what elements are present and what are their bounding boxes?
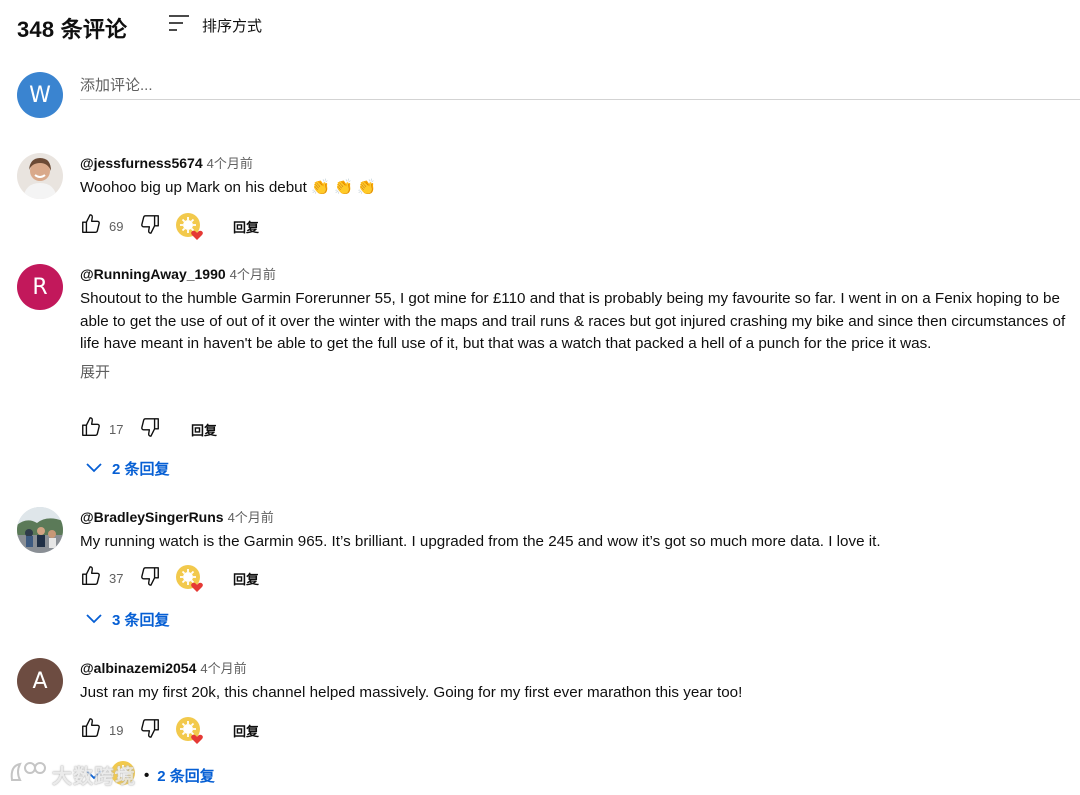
comment-body: @BradleySingerRuns 4个月前 My running watch… bbox=[80, 507, 1067, 629]
add-comment-row: W bbox=[17, 72, 1080, 120]
chevron-down-icon bbox=[86, 611, 102, 628]
like-count: 37 bbox=[109, 570, 124, 586]
comment-author[interactable]: @jessfurness5674 bbox=[80, 155, 203, 171]
reply-button[interactable]: 回复 bbox=[233, 217, 259, 236]
chevron-down-icon bbox=[86, 460, 102, 477]
dislike-button[interactable] bbox=[139, 717, 161, 744]
comment-actions: 19 回复 bbox=[80, 716, 259, 744]
thumbs-up-icon bbox=[80, 717, 102, 744]
like-count: 17 bbox=[109, 421, 124, 437]
comment-text: Woohoo big up Mark on his debut 👏 👏 👏 bbox=[80, 179, 377, 196]
creator-heart-badge bbox=[175, 716, 203, 744]
reply-button[interactable]: 回复 bbox=[233, 721, 259, 740]
watermark-text: 大数跨境 bbox=[52, 766, 136, 788]
comment-count-title: 348 条评论 bbox=[17, 17, 128, 42]
replies-count-label: 2 条回复 bbox=[157, 767, 215, 785]
comment-time[interactable]: 4个月前 bbox=[228, 507, 274, 526]
sort-label: 排序方式 bbox=[202, 18, 263, 35]
reply-button[interactable]: 回复 bbox=[191, 420, 217, 439]
avatar[interactable] bbox=[17, 507, 63, 553]
comment-actions: 69 回复 bbox=[80, 212, 259, 240]
dislike-button[interactable] bbox=[139, 213, 161, 240]
comments-header: 348 条评论 bbox=[17, 10, 127, 46]
watermark-logo-icon bbox=[8, 758, 48, 791]
view-replies-button[interactable]: 2 条回复 bbox=[80, 458, 170, 479]
comment-thread: @BradleySingerRuns 4个月前 My running watch… bbox=[17, 507, 1067, 637]
like-button[interactable]: 17 bbox=[80, 416, 133, 443]
avatar[interactable] bbox=[17, 153, 63, 199]
comment-thread: @jessfurness5674 4个月前 Woohoo big up Mark… bbox=[17, 153, 1067, 253]
replies-count-label: 2 条回复 bbox=[112, 461, 170, 478]
comment-thread: R @RunningAway_1990 4个月前 Shoutout to the… bbox=[17, 264, 1067, 484]
sort-icon bbox=[168, 14, 190, 37]
comment-thread: A @albinazemi2054 4个月前 Just ran my first… bbox=[17, 658, 1067, 788]
view-replies-button[interactable]: 3 条回复 bbox=[80, 609, 170, 630]
comment-body: @RunningAway_1990 4个月前 Shoutout to the h… bbox=[80, 264, 1067, 478]
like-count: 19 bbox=[109, 722, 124, 738]
thumbs-down-icon bbox=[139, 213, 161, 240]
thumbs-down-icon bbox=[139, 565, 161, 592]
thumbs-down-icon bbox=[139, 717, 161, 744]
comment-author[interactable]: @albinazemi2054 bbox=[80, 660, 196, 676]
avatar-letter: A bbox=[32, 668, 48, 694]
add-comment-input[interactable] bbox=[80, 72, 1080, 100]
avatar-letter: R bbox=[32, 274, 48, 300]
comment-author[interactable]: @RunningAway_1990 bbox=[80, 266, 226, 282]
avatar[interactable]: R bbox=[17, 264, 63, 310]
creator-heart-badge bbox=[175, 212, 203, 240]
comment-time[interactable]: 4个月前 bbox=[200, 658, 246, 677]
dislike-button[interactable] bbox=[139, 416, 161, 443]
comment-time[interactable]: 4个月前 bbox=[230, 264, 276, 283]
current-user-avatar[interactable]: W bbox=[17, 72, 63, 118]
sort-button[interactable]: 排序方式 bbox=[168, 14, 262, 37]
watermark: 大数跨境 bbox=[8, 758, 136, 791]
replies-count-label: 3 条回复 bbox=[112, 612, 170, 629]
thumbs-up-icon bbox=[80, 416, 102, 443]
separator-dot: • bbox=[144, 766, 150, 784]
thumbs-down-icon bbox=[139, 416, 161, 443]
comment-text: Just ran my first 20k, this channel help… bbox=[80, 684, 743, 701]
comment-actions: 37 回复 bbox=[80, 564, 259, 592]
show-more-link[interactable]: 展开 bbox=[80, 361, 110, 382]
avatar[interactable]: A bbox=[17, 658, 63, 704]
comment-author[interactable]: @BradleySingerRuns bbox=[80, 509, 224, 525]
comment-text: My running watch is the Garmin 965. It’s… bbox=[80, 533, 881, 550]
like-button[interactable]: 37 bbox=[80, 565, 133, 592]
reply-button[interactable]: 回复 bbox=[233, 569, 259, 588]
like-button[interactable]: 19 bbox=[80, 717, 133, 744]
comment-actions: 17 回复 bbox=[80, 416, 217, 442]
comment-body: @albinazemi2054 4个月前 Just ran my first 2… bbox=[80, 658, 1067, 785]
creator-heart-badge bbox=[175, 564, 203, 592]
dislike-button[interactable] bbox=[139, 565, 161, 592]
avatar-letter: W bbox=[29, 82, 51, 108]
like-count: 69 bbox=[109, 218, 124, 234]
thumbs-up-icon bbox=[80, 213, 102, 240]
comment-text: Shoutout to the humble Garmin Forerunner… bbox=[80, 290, 1066, 353]
comment-time[interactable]: 4个月前 bbox=[207, 153, 253, 172]
thumbs-up-icon bbox=[80, 565, 102, 592]
like-button[interactable]: 69 bbox=[80, 213, 133, 240]
comment-body: @jessfurness5674 4个月前 Woohoo big up Mark… bbox=[80, 153, 1067, 240]
